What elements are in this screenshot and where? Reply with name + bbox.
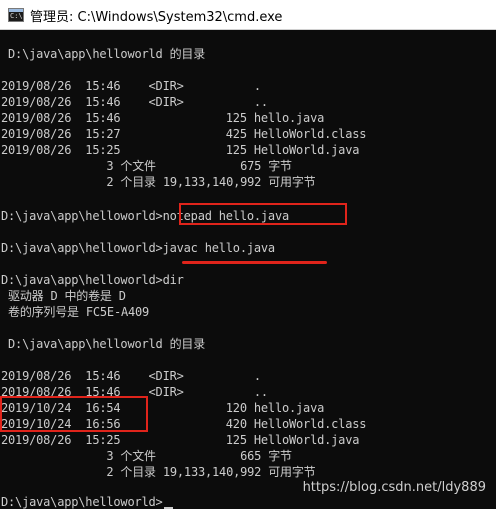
console-line: 3 个文件 675 字节	[1, 159, 292, 173]
console-line: 2019/08/26 15:25 125 HelloWorld.java	[1, 433, 360, 447]
title-bar[interactable]: C:\ 管理员: C:\Windows\System32\cmd.exe	[0, 0, 496, 30]
console-line: 2019/08/26 15:46 125 hello.java	[1, 111, 325, 125]
console-line: 2019/08/26 15:46 <DIR> ..	[1, 385, 268, 399]
console-output[interactable]: D:\java\app\helloworld 的目录 2019/08/26 15…	[0, 30, 496, 509]
console-line: 3 个文件 665 字节	[1, 449, 292, 463]
console-line: 2019/10/24 16:54 120 hello.java	[1, 401, 325, 415]
console-line: 卷的序列号是 FC5E-A409	[1, 305, 150, 319]
cmd-icon-glyph: C:\	[10, 12, 23, 20]
console-line: 2019/08/26 15:46 <DIR> .	[1, 369, 261, 383]
console-line: 2 个目录 19,133,140,992 可用字节	[1, 175, 316, 189]
console-line: 2019/08/26 15:27 425 HelloWorld.class	[1, 127, 367, 141]
console-line: 2019/08/26 15:46 <DIR> ..	[1, 95, 268, 109]
console-line: D:\java\app\helloworld>notepad hello.jav…	[1, 209, 290, 223]
console-line: D:\java\app\helloworld>javac hello.java	[1, 241, 275, 255]
console-line: 2 个目录 19,133,140,992 可用字节	[1, 465, 316, 479]
console-line: D:\java\app\helloworld>dir	[1, 273, 184, 287]
console-line: 2019/08/26 15:25 125 HelloWorld.java	[1, 143, 360, 157]
window-title: 管理员: C:\Windows\System32\cmd.exe	[30, 10, 283, 25]
underline-javac-command	[182, 261, 327, 264]
command-prompt[interactable]: D:\java\app\helloworld>	[1, 494, 173, 509]
console-line: 2019/08/26 15:46 <DIR> .	[1, 79, 261, 93]
console-line: 2019/10/24 16:56 420 HelloWorld.class	[1, 417, 367, 431]
console-line: D:\java\app\helloworld 的目录	[1, 47, 205, 61]
watermark: https://blog.csdn.net/ldy889	[302, 480, 486, 495]
cmd-icon[interactable]: C:\	[8, 8, 24, 22]
console-line: D:\java\app\helloworld 的目录	[1, 337, 205, 351]
console-line: 驱动器 D 中的卷是 D	[1, 289, 126, 303]
prompt-text: D:\java\app\helloworld>	[1, 495, 163, 509]
